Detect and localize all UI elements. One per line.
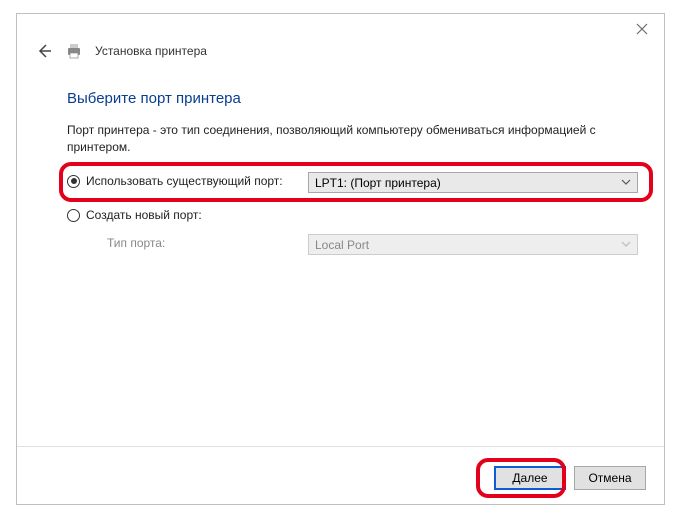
chevron-down-icon xyxy=(621,176,631,190)
existing-port-dropdown[interactable]: LPT1: (Порт принтера) xyxy=(308,172,638,193)
back-button[interactable] xyxy=(35,42,53,60)
port-type-value: Local Port xyxy=(315,238,369,252)
radio-use-existing-label: Использовать существующий порт: xyxy=(86,174,283,188)
wizard-window: Установка принтера Выберите порт принтер… xyxy=(16,13,665,505)
page-description: Порт принтера - это тип соединения, позв… xyxy=(67,122,614,156)
separator xyxy=(17,446,664,447)
option-use-existing-port[interactable]: Использовать существующий порт: xyxy=(67,174,283,188)
radio-use-existing[interactable] xyxy=(67,175,80,188)
radio-create-new-label: Создать новый порт: xyxy=(86,208,202,222)
close-icon xyxy=(636,23,648,35)
chevron-down-icon xyxy=(621,238,631,252)
window-title: Установка принтера xyxy=(95,44,207,58)
header: Установка принтера xyxy=(35,42,207,60)
printer-icon xyxy=(65,42,83,60)
port-type-label: Тип порта: xyxy=(107,236,287,250)
port-type-row: Тип порта: xyxy=(107,236,287,250)
port-type-dropdown: Local Port xyxy=(308,234,638,255)
close-button[interactable] xyxy=(636,22,652,38)
arrow-left-icon xyxy=(35,42,53,60)
button-row: Далее Отмена xyxy=(494,466,646,490)
existing-port-value: LPT1: (Порт принтера) xyxy=(315,176,441,190)
page-heading: Выберите порт принтера xyxy=(67,90,241,107)
cancel-button[interactable]: Отмена xyxy=(574,466,646,490)
option-create-new-port[interactable]: Создать новый порт: xyxy=(67,208,202,222)
radio-create-new[interactable] xyxy=(67,209,80,222)
next-button[interactable]: Далее xyxy=(494,466,566,490)
